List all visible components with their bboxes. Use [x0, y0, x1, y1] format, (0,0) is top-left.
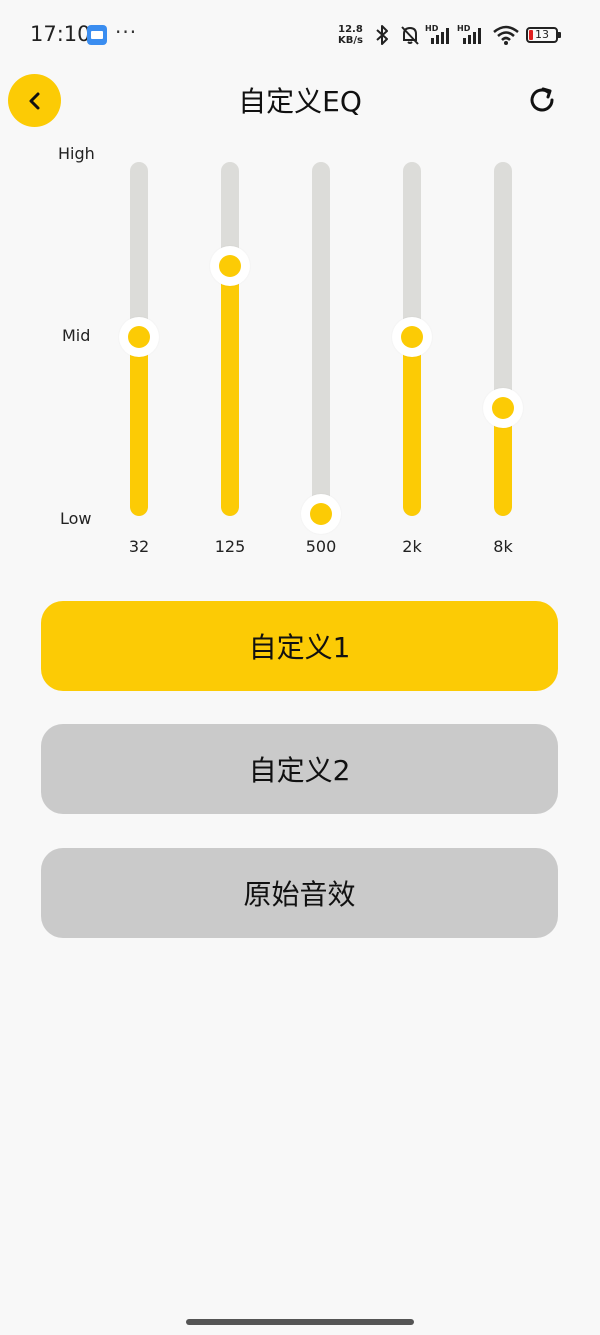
- preset-custom-1-button[interactable]: 自定义1: [41, 601, 558, 691]
- eq-band-125: 125: [200, 140, 260, 570]
- eq-slider-knob[interactable]: [119, 317, 159, 357]
- preset-custom-2-button[interactable]: 自定义2: [41, 724, 558, 814]
- hd-label-1: HD: [425, 24, 439, 33]
- hd-label-2: HD: [457, 24, 471, 33]
- eq-slider-knob[interactable]: [301, 494, 341, 534]
- status-time: 17:10: [30, 22, 91, 46]
- mute-bell-icon: [399, 24, 421, 50]
- network-speed-value: 12.8: [338, 24, 363, 35]
- eq-band-8k: 8k: [473, 140, 533, 570]
- eq-band-2k: 2k: [382, 140, 442, 570]
- eq-slider-knob[interactable]: [483, 387, 523, 428]
- more-notifications-icon: ···: [115, 20, 138, 44]
- network-speed: 12.8 KB/s: [338, 24, 363, 46]
- app-icon: [87, 25, 107, 45]
- eq-panel: High Mid Low 32 125 500 2k 8k: [0, 140, 600, 570]
- eq-freq-label: 125: [214, 537, 246, 556]
- eq-slider-knob[interactable]: [392, 317, 432, 357]
- signal-icon-2: HD: [457, 22, 487, 50]
- page-title: 自定义EQ: [238, 85, 362, 118]
- eq-freq-label: 32: [128, 537, 150, 556]
- eq-freq-label: 2k: [402, 537, 422, 556]
- wifi-icon: [492, 24, 520, 50]
- home-indicator[interactable]: [186, 1319, 414, 1325]
- level-label-high: High: [58, 144, 95, 163]
- eq-fill: [221, 266, 239, 516]
- battery-icon: 13: [526, 27, 561, 43]
- eq-fill: [403, 337, 421, 516]
- network-speed-unit: KB/s: [338, 35, 363, 46]
- preset-original-button[interactable]: 原始音效: [41, 848, 558, 938]
- eq-band-32: 32: [109, 140, 169, 570]
- refresh-icon: [530, 87, 554, 112]
- reset-button[interactable]: [522, 80, 562, 120]
- eq-track[interactable]: [221, 162, 239, 516]
- eq-slider-knob[interactable]: [210, 246, 250, 287]
- eq-freq-label: 8k: [493, 537, 513, 556]
- eq-freq-label: 500: [305, 537, 337, 556]
- eq-band-500: 500: [291, 140, 351, 570]
- level-label-mid: Mid: [62, 326, 91, 345]
- eq-track[interactable]: [312, 162, 330, 516]
- eq-fill: [130, 337, 148, 516]
- eq-track[interactable]: [494, 162, 512, 516]
- battery-percent: 13: [535, 28, 549, 41]
- battery-level-fill: [529, 30, 533, 40]
- level-label-low: Low: [60, 509, 92, 528]
- bluetooth-icon: [372, 24, 392, 50]
- signal-icon-1: HD: [425, 22, 455, 50]
- status-bar: 17:10 ··· 12.8 KB/s HD HD 13: [0, 0, 600, 70]
